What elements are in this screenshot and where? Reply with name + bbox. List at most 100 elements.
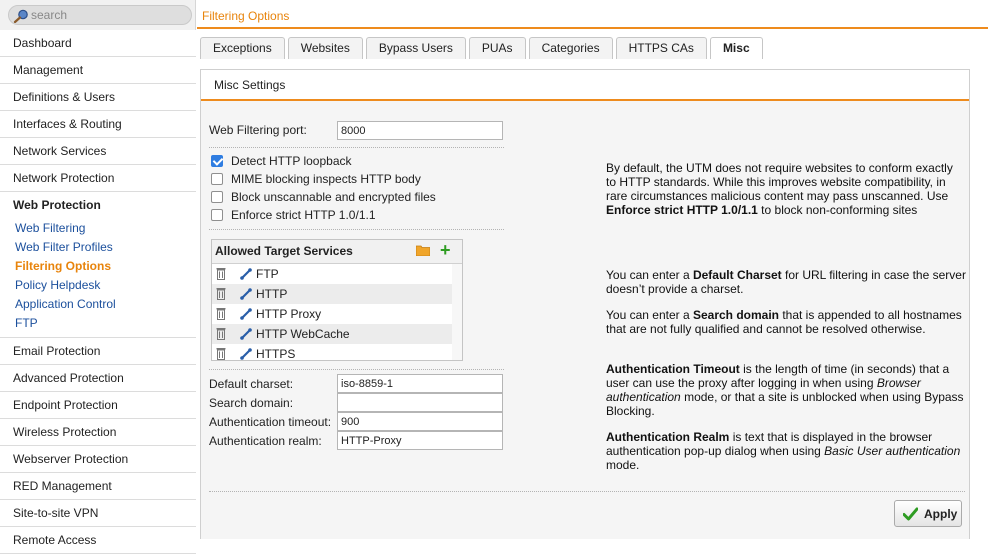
service-name: HTTPS [256, 347, 296, 360]
divider [209, 229, 504, 230]
block-unscannable-checkbox[interactable] [211, 191, 223, 203]
web-filtering-port-input[interactable] [337, 121, 503, 140]
tab-categories[interactable]: Categories [528, 37, 613, 59]
sidebar-nav: Dashboard Management Definitions & Users… [0, 30, 196, 554]
panel-title: Misc Settings [201, 70, 969, 101]
sidebar-subitem-web-filter-profiles[interactable]: Web Filter Profiles [0, 238, 196, 257]
add-icon[interactable]: + [440, 239, 451, 261]
help-search-domain: You can enter a Search domain that is ap… [606, 308, 962, 336]
tab-misc[interactable]: Misc [709, 37, 763, 59]
search-input[interactable] [31, 7, 187, 23]
sidebar-item-wireless-protection[interactable]: Wireless Protection [0, 419, 196, 446]
checkbox-label: Enforce strict HTTP 1.0/1.1 [231, 208, 376, 222]
network-service-icon [240, 348, 252, 360]
help-default-charset: You can enter a Default Charset for URL … [606, 268, 966, 296]
enforce-strict-http-checkbox[interactable] [211, 209, 223, 221]
checkbox-label: Block unscannable and encrypted files [231, 190, 436, 204]
sidebar: Dashboard Management Definitions & Users… [0, 0, 196, 554]
sidebar-item-management[interactable]: Management [0, 57, 196, 84]
services-scrollbar[interactable] [452, 264, 462, 360]
misc-settings-panel: Misc Settings Web Filtering port: Detect… [200, 69, 970, 539]
network-service-icon [240, 268, 252, 280]
search-box[interactable] [8, 5, 192, 25]
detect-http-loopback-checkbox[interactable] [211, 155, 223, 167]
services-list: FTP HTTP HTTP Proxy HTTP WebCache HTTPS [212, 264, 462, 360]
tab-websites[interactable]: Websites [287, 37, 363, 59]
sidebar-item-remote-access[interactable]: Remote Access [0, 527, 196, 554]
checkbox-row-unscannable[interactable]: Block unscannable and encrypted files [211, 189, 436, 205]
service-name: HTTP WebCache [256, 327, 350, 341]
sidebar-item-red-management[interactable]: RED Management [0, 473, 196, 500]
list-item: HTTPS [212, 344, 462, 360]
divider [209, 369, 504, 370]
auth-timeout-label: Authentication timeout: [209, 415, 332, 429]
sidebar-subitem-ftp[interactable]: FTP [0, 314, 196, 333]
default-charset-input[interactable] [337, 374, 503, 393]
trash-icon[interactable] [216, 287, 226, 300]
apply-label: Apply [924, 507, 958, 521]
sidebar-item-webserver-protection[interactable]: Webserver Protection [0, 446, 196, 473]
checkbox-label: Detect HTTP loopback [231, 154, 352, 168]
list-item: HTTP [212, 284, 462, 304]
sidebar-item-endpoint-protection[interactable]: Endpoint Protection [0, 392, 196, 419]
trash-icon[interactable] [216, 307, 226, 320]
tab-bypass-users[interactable]: Bypass Users [365, 37, 466, 59]
network-service-icon [240, 308, 252, 320]
checkmark-icon [903, 507, 918, 521]
help-strict-http: By default, the UTM does not require web… [606, 161, 953, 217]
sidebar-item-site-to-site-vpn[interactable]: Site-to-site VPN [0, 500, 196, 527]
sidebar-item-dashboard[interactable]: Dashboard [0, 30, 196, 57]
sidebar-item-network-services[interactable]: Network Services [0, 138, 196, 165]
auth-realm-label: Authentication realm: [209, 434, 322, 448]
sidebar-subitem-web-filtering[interactable]: Web Filtering [0, 219, 196, 238]
help-auth-timeout: Authentication Timeout is the length of … [606, 362, 964, 418]
search-domain-label: Search domain: [209, 396, 294, 410]
tab-https-cas[interactable]: HTTPS CAs [615, 37, 707, 59]
network-service-icon [240, 328, 252, 340]
divider [209, 491, 965, 492]
services-title: Allowed Target Services [215, 244, 353, 258]
trash-icon[interactable] [216, 327, 226, 340]
service-name: FTP [256, 267, 279, 281]
sidebar-item-network-protection[interactable]: Network Protection [0, 165, 196, 192]
sidebar-subitem-policy-helpdesk[interactable]: Policy Helpdesk [0, 276, 196, 295]
trash-icon[interactable] [216, 347, 226, 360]
sidebar-item-advanced-protection[interactable]: Advanced Protection [0, 365, 196, 392]
auth-timeout-input[interactable] [337, 412, 503, 431]
list-item: HTTP Proxy [212, 304, 462, 324]
divider [209, 147, 504, 148]
list-item: FTP [212, 264, 462, 284]
checkbox-row-loopback[interactable]: Detect HTTP loopback [211, 153, 352, 169]
sidebar-subitem-application-control[interactable]: Application Control [0, 295, 196, 314]
sidebar-item-interfaces-routing[interactable]: Interfaces & Routing [0, 111, 196, 138]
sidebar-item-web-protection[interactable]: Web Protection [0, 192, 196, 219]
sidebar-group-web-protection: Web Protection Web Filtering Web Filter … [0, 192, 196, 338]
auth-realm-input[interactable] [337, 431, 503, 450]
sidebar-item-email-protection[interactable]: Email Protection [0, 338, 196, 365]
sidebar-subitem-filtering-options[interactable]: Filtering Options [0, 257, 196, 276]
help-auth-realm: Authentication Realm is text that is dis… [606, 430, 961, 472]
search-icon [13, 9, 28, 23]
search-domain-input[interactable] [337, 393, 503, 412]
folder-icon[interactable] [416, 245, 430, 256]
allowed-target-services-box: Allowed Target Services + FTP HTTP HTTP … [211, 239, 463, 361]
network-service-icon [240, 288, 252, 300]
list-item: HTTP WebCache [212, 324, 462, 344]
charset-label: Default charset: [209, 377, 294, 391]
mime-blocking-checkbox[interactable] [211, 173, 223, 185]
checkbox-label: MIME blocking inspects HTTP body [231, 172, 421, 186]
services-header: Allowed Target Services + [212, 240, 462, 264]
tab-bar: Exceptions Websites Bypass Users PUAs Ca… [200, 37, 766, 59]
checkbox-row-mime[interactable]: MIME blocking inspects HTTP body [211, 171, 421, 187]
page-header: Filtering Options [197, 0, 988, 29]
page-title: Filtering Options [202, 9, 290, 23]
tab-puas[interactable]: PUAs [468, 37, 526, 59]
service-name: HTTP Proxy [256, 307, 322, 321]
trash-icon[interactable] [216, 267, 226, 280]
tab-exceptions[interactable]: Exceptions [200, 37, 285, 59]
checkbox-row-strict[interactable]: Enforce strict HTTP 1.0/1.1 [211, 207, 376, 223]
service-name: HTTP [256, 287, 288, 301]
sidebar-item-definitions-users[interactable]: Definitions & Users [0, 84, 196, 111]
apply-button[interactable]: Apply [894, 500, 962, 527]
port-label: Web Filtering port: [209, 123, 307, 137]
